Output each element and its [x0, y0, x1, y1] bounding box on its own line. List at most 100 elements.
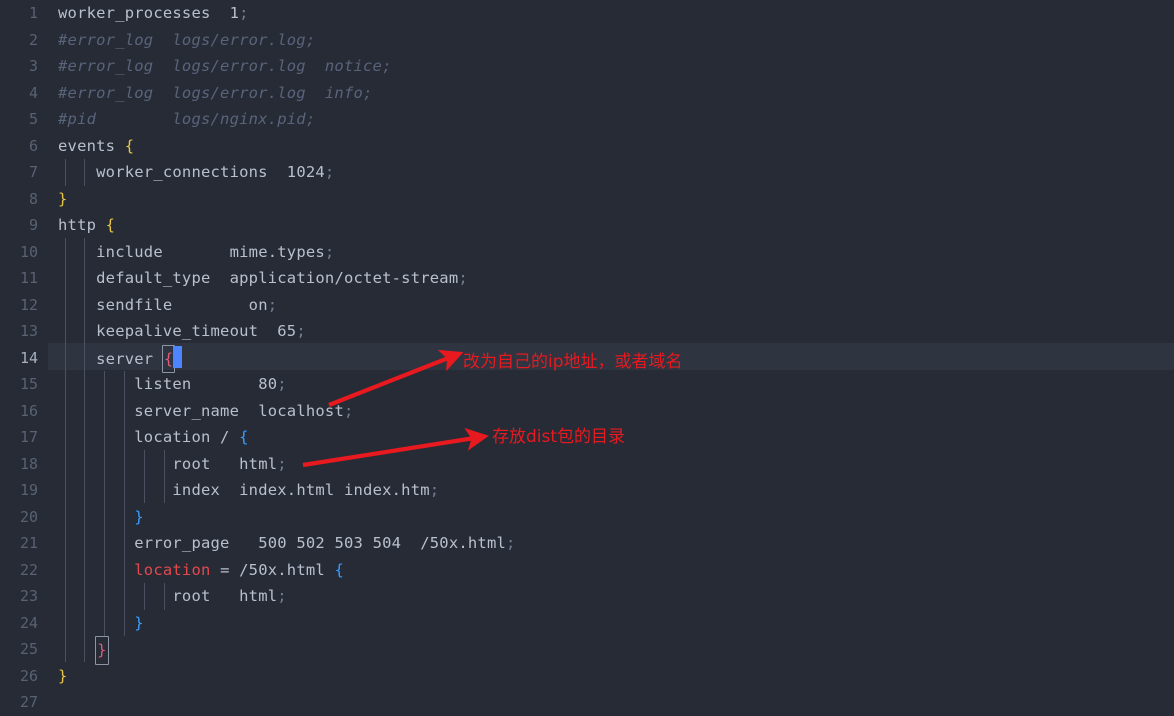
code-line-26[interactable]: }: [48, 663, 1174, 690]
code-line-15[interactable]: listen 80;: [48, 371, 1174, 398]
token-key: server: [58, 349, 163, 368]
annotation-server-name-text: 改为自己的ip地址，或者域名: [463, 352, 683, 372]
line-number: 27: [19, 693, 38, 711]
line-number: 4: [28, 83, 38, 102]
code-line-18[interactable]: root html;: [48, 451, 1174, 478]
code-line-8[interactable]: }: [48, 186, 1174, 213]
line-number: 23: [19, 587, 38, 605]
token-value: 65: [277, 322, 297, 340]
token-brace-close: }: [58, 189, 68, 208]
token-brace-open: {: [239, 428, 249, 446]
code-line-7[interactable]: worker_connections 1024;: [48, 159, 1174, 186]
token-semicolon: ;: [429, 481, 440, 499]
code-line-11[interactable]: default_type application/octet-stream;: [48, 265, 1174, 292]
indent-guide: [164, 583, 165, 610]
token-brace-open: {: [105, 216, 116, 234]
code-line-5[interactable]: #pid logs/nginx.pid;: [48, 106, 1174, 133]
line-number-gutter[interactable]: 1 2 3 4 5 6 7 8 9 10 11 12 13 14 15 16 1…: [0, 0, 48, 711]
token-semicolon: ;: [267, 295, 278, 314]
token-semicolon: ;: [239, 4, 249, 22]
line-number: 19: [19, 481, 38, 499]
line-number: 18: [19, 454, 38, 473]
code-line-2[interactable]: #error_log logs/error.log;: [48, 27, 1174, 54]
code-line-10[interactable]: include mime.types;: [48, 239, 1174, 266]
token-key: worker_connections: [58, 163, 268, 181]
token-key: events: [58, 136, 125, 155]
token-semicolon: ;: [296, 322, 306, 340]
token-comment: #error_log logs/error.log;: [58, 30, 316, 49]
code-line-6[interactable]: events {: [48, 133, 1174, 160]
token-value: 1: [229, 4, 240, 22]
token-key: include: [58, 242, 163, 261]
token-value: 500 502 503 504 /50x.html: [258, 534, 507, 552]
code-line-23[interactable]: root html;: [48, 583, 1174, 610]
line-number: 1: [28, 4, 38, 22]
token-brace-close: }: [58, 507, 144, 526]
line-number: 10: [19, 242, 38, 261]
line-number: 25: [19, 640, 38, 658]
token-brace-open: {: [334, 560, 344, 579]
line-number: 7: [28, 163, 38, 181]
code-line-12[interactable]: sendfile on;: [48, 292, 1174, 319]
token-brace-close: }: [58, 613, 144, 632]
indent-guide: [124, 371, 125, 636]
token-value: on: [248, 295, 268, 314]
token-comment: #error_log logs/error.log info;: [58, 83, 373, 102]
token-semicolon: ;: [458, 269, 468, 287]
token-semicolon: ;: [506, 534, 516, 552]
text-caret: [173, 346, 182, 368]
token-comment: #pid logs/nginx.pid;: [58, 110, 316, 128]
indent-guide: [164, 450, 165, 503]
code-line-22[interactable]: location = /50x.html {: [48, 557, 1174, 584]
code-editor[interactable]: 1 2 3 4 5 6 7 8 9 10 11 12 13 14 15 16 1…: [0, 0, 1174, 711]
code-line-19[interactable]: index index.html index.htm;: [48, 477, 1174, 504]
line-number: 8: [28, 189, 38, 208]
token-value: html: [239, 587, 278, 605]
code-line-27[interactable]: [48, 689, 1174, 716]
token-value: index.html index.htm: [239, 481, 430, 499]
code-line-20[interactable]: }: [48, 504, 1174, 531]
code-line-24[interactable]: }: [48, 610, 1174, 637]
code-line-9[interactable]: http {: [48, 212, 1174, 239]
line-number: 16: [19, 401, 38, 420]
line-number: 20: [19, 507, 38, 526]
token-key: keepalive_timeout: [58, 322, 259, 340]
line-number: 26: [19, 666, 38, 685]
token-key: worker_processes: [58, 4, 211, 22]
code-line-16[interactable]: server_name localhost;: [48, 398, 1174, 425]
line-number: 5: [28, 110, 38, 128]
line-number: 24: [19, 613, 38, 632]
token-semicolon: ;: [277, 587, 287, 605]
code-line-1[interactable]: worker_processes 1;: [48, 0, 1174, 27]
token-key: server_name: [58, 401, 240, 420]
token-value: 80: [258, 375, 278, 393]
code-line-25[interactable]: }: [48, 636, 1174, 665]
line-number: 6: [28, 136, 38, 155]
indent-guide: [144, 583, 145, 610]
code-line-13[interactable]: keepalive_timeout 65;: [48, 318, 1174, 345]
token-value-localhost: localhost: [258, 401, 344, 420]
token-semicolon: ;: [324, 163, 335, 181]
token-semicolon: ;: [277, 375, 287, 393]
indent-guide: [65, 159, 66, 186]
line-number: 11: [19, 269, 38, 287]
token-value: 1024: [286, 163, 325, 181]
indent-guide: [84, 238, 85, 662]
annotation-root-dir-text: 存放dist包的目录: [492, 427, 626, 447]
indent-guide: [65, 238, 66, 662]
line-number: 12: [19, 295, 38, 314]
line-number: 17: [19, 428, 38, 446]
code-line-21[interactable]: error_page 500 502 503 504 /50x.html;: [48, 530, 1174, 557]
code-line-3[interactable]: #error_log logs/error.log notice;: [48, 53, 1174, 80]
code-line-4[interactable]: #error_log logs/error.log info;: [48, 80, 1174, 107]
line-number: 22: [19, 560, 38, 579]
